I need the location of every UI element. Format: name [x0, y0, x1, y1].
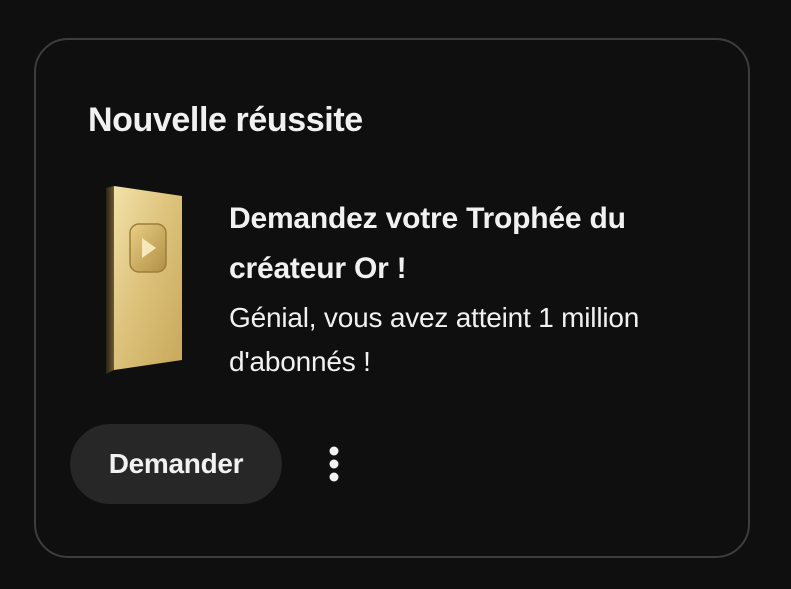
achievement-card: Nouvelle réussite Demandez votre Trophée…	[34, 38, 750, 558]
achievement-text: Demandez votre Trophée du créateur Or ! …	[229, 194, 719, 384]
gold-creator-award-icon	[104, 182, 186, 378]
achievement-description: Génial, vous avez atteint 1 million d'ab…	[229, 302, 640, 377]
more-options-button[interactable]	[313, 436, 355, 492]
card-title: Nouvelle réussite	[88, 101, 363, 139]
claim-button[interactable]: Demander	[70, 424, 282, 504]
more-vertical-icon	[329, 446, 339, 482]
achievement-headline: Demandez votre Trophée du créateur Or !	[229, 202, 626, 285]
